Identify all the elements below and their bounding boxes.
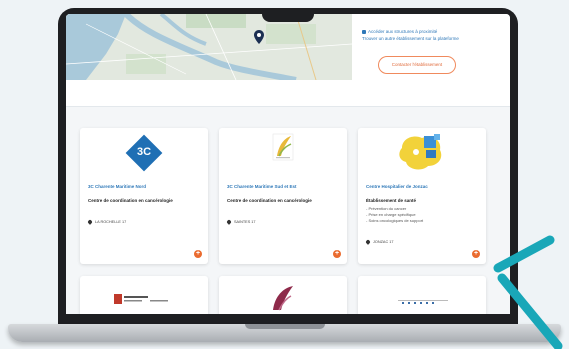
card-location: LA ROCHELLE 17	[87, 219, 126, 225]
checkbox-icon	[362, 29, 366, 34]
card-title[interactable]: 3C Charente Maritime Nord	[88, 184, 204, 189]
card-logo	[273, 286, 293, 311]
location-pin-icon	[87, 219, 93, 225]
location-pin-icon	[226, 219, 232, 225]
browser-screen: Accéder aux structures à proximité Trouv…	[66, 14, 510, 314]
camera-notch	[262, 8, 314, 22]
nearby-structures-link[interactable]: Accéder aux structures à proximité	[362, 28, 502, 35]
plus-circle-icon[interactable]: +	[194, 250, 202, 258]
card-type: Établissement de santé	[366, 198, 417, 203]
card-type: Centre de coordination en cancérologie	[88, 198, 173, 203]
card-logo	[398, 300, 448, 304]
plus-circle-icon[interactable]: +	[472, 250, 480, 258]
section-divider	[66, 106, 510, 107]
list-item: - Soins oncologiques de support	[366, 218, 424, 223]
location-pin-icon	[365, 239, 371, 245]
logo-text: 3C	[136, 146, 152, 158]
card-title[interactable]: 3C Charente Maritime Sud et Est	[227, 184, 343, 189]
laptop-groove	[245, 324, 325, 329]
card-establishment[interactable]: Centre Hospitalier de Jonzac Établisseme…	[358, 128, 486, 264]
card-logo	[358, 128, 486, 180]
decorative-accent	[493, 235, 563, 349]
card-establishment[interactable]	[358, 276, 486, 314]
card-establishment[interactable]	[80, 276, 208, 314]
plus-circle-icon[interactable]: +	[333, 250, 341, 258]
card-establishment[interactable]: 3C 3C Charente Maritime Nord Centre de c…	[80, 128, 208, 264]
map-pin-icon[interactable]	[254, 30, 264, 44]
contact-button[interactable]: Contacter l'établissement	[378, 56, 456, 74]
card-establishment[interactable]	[219, 276, 347, 314]
card-logo	[219, 128, 347, 180]
card-location: SAINTES 17	[226, 219, 256, 225]
card-type: Centre de coordination en cancérologie	[227, 198, 312, 203]
card-establishment[interactable]: 3C Charente Maritime Sud et Est Centre d…	[219, 128, 347, 264]
card-location: JONZAC 17	[365, 239, 393, 245]
other-establishment-link[interactable]: Trouver un autre établissement sur la pl…	[362, 35, 502, 42]
location-map[interactable]	[66, 14, 352, 80]
card-title[interactable]: Centre Hospitalier de Jonzac	[366, 184, 482, 189]
card-logo: 3C	[80, 128, 208, 180]
side-links: Accéder aux structures à proximité Trouv…	[362, 28, 502, 42]
service-list: - Prévention du cancer - Prise en charge…	[366, 206, 423, 224]
map-section: Accéder aux structures à proximité Trouv…	[66, 14, 510, 106]
card-logo	[114, 294, 168, 304]
